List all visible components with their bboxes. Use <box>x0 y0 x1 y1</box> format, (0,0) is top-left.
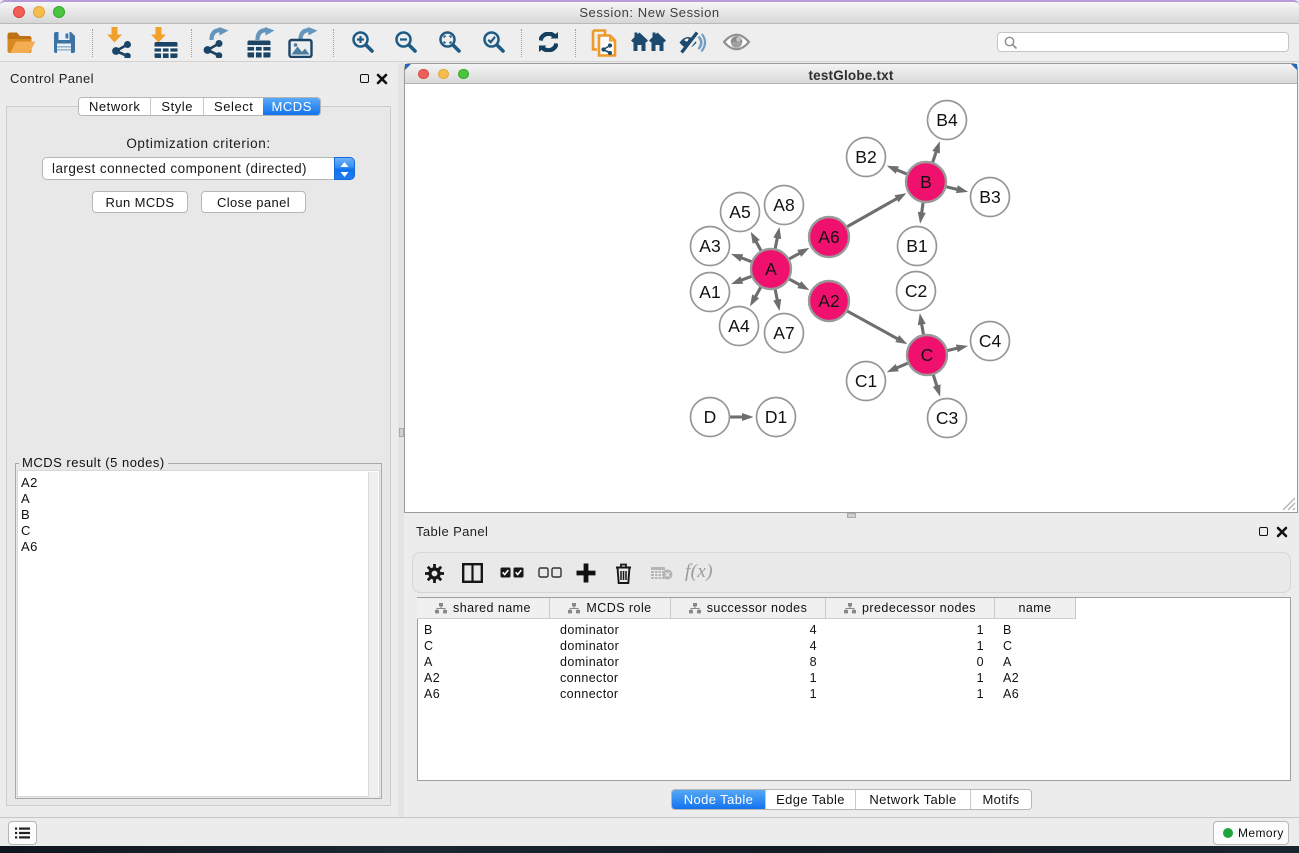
svg-text:B1: B1 <box>906 236 927 256</box>
svg-text:C: C <box>921 345 934 365</box>
svg-text:A4: A4 <box>728 316 750 336</box>
svg-text:A2: A2 <box>818 291 839 311</box>
svg-text:A6: A6 <box>818 227 839 247</box>
svg-text:A8: A8 <box>773 195 794 215</box>
svg-text:D: D <box>704 407 717 427</box>
svg-text:C1: C1 <box>855 371 877 391</box>
svg-text:C4: C4 <box>979 331 1002 351</box>
svg-text:D1: D1 <box>765 407 787 427</box>
svg-text:B: B <box>920 172 932 192</box>
svg-text:C3: C3 <box>936 408 958 428</box>
svg-text:B4: B4 <box>936 110 958 130</box>
svg-text:A3: A3 <box>699 236 720 256</box>
svg-text:A1: A1 <box>699 282 720 302</box>
svg-text:B2: B2 <box>855 147 876 167</box>
svg-text:A7: A7 <box>773 323 794 343</box>
svg-text:B3: B3 <box>979 187 1000 207</box>
svg-text:A5: A5 <box>729 202 750 222</box>
svg-text:C2: C2 <box>905 281 927 301</box>
svg-text:A: A <box>765 259 777 279</box>
